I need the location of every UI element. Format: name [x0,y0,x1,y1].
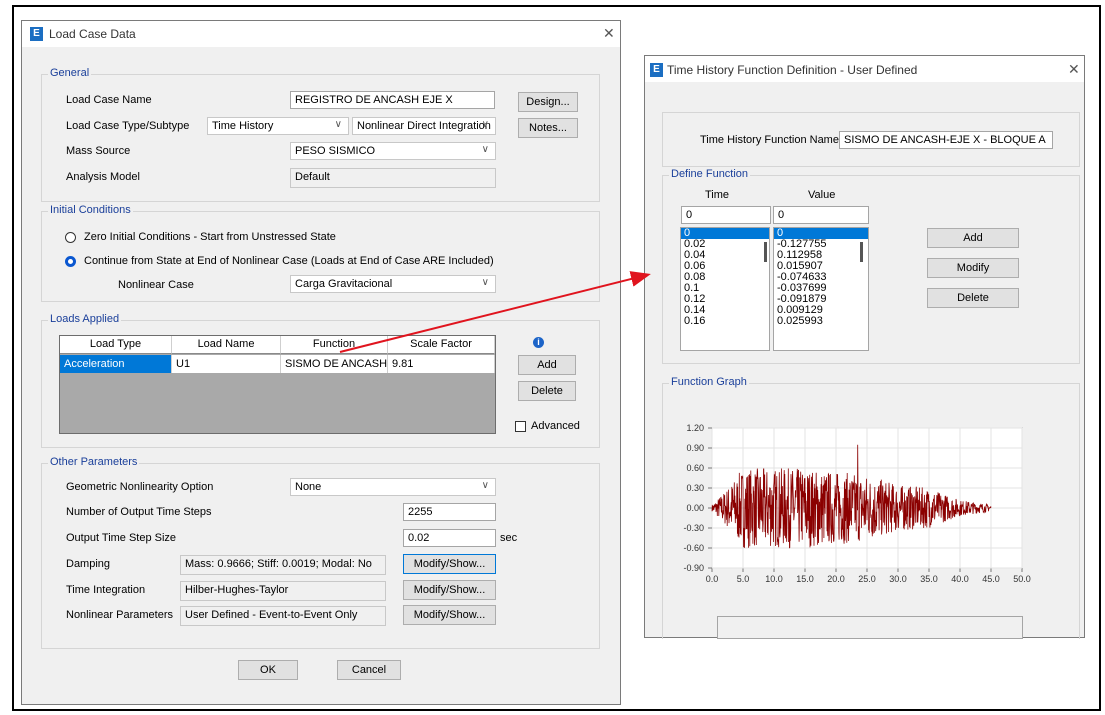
arrow-line [339,271,651,353]
annotation-arrow [339,271,651,353]
